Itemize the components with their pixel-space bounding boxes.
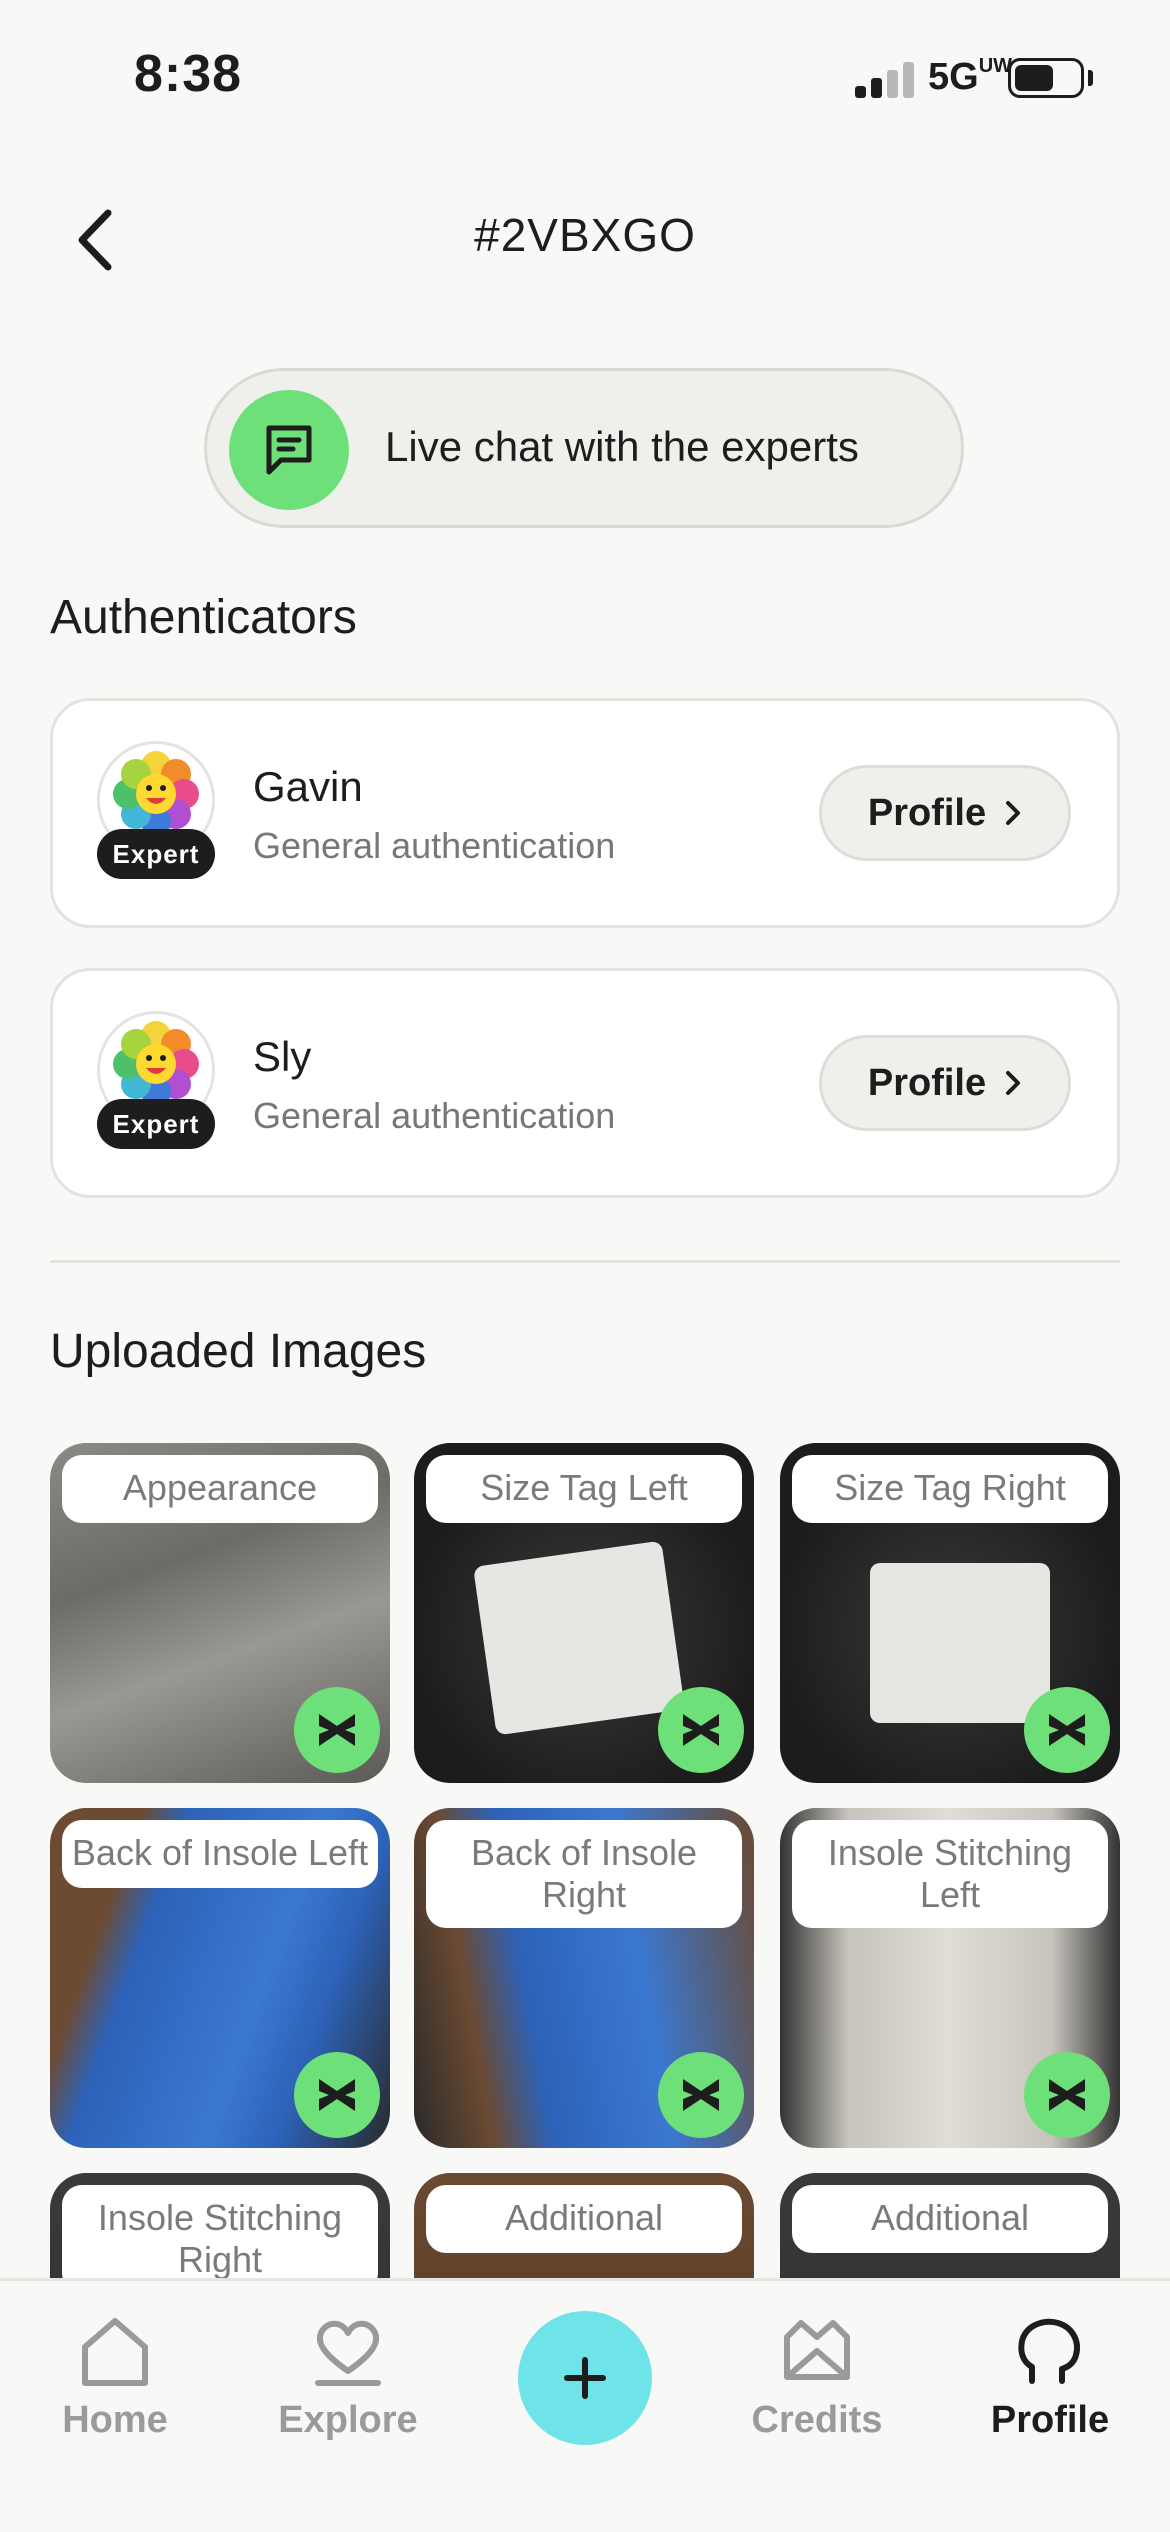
chat-icon [229, 390, 349, 510]
home-icon [82, 2318, 148, 2386]
tile-label: Back of Insole Left [62, 1820, 378, 1888]
nav-credits-label: Credits [751, 2399, 883, 2441]
authenticator-role: General authentication [253, 825, 616, 866]
order-detail-screen: 8:38 5GUW #2VBXGO Live chat with the exp… [0, 0, 1170, 2532]
verified-icon [658, 1687, 744, 1773]
image-tile-appearance[interactable]: Appearance [50, 1443, 390, 1783]
nav-home-label: Home [62, 2399, 168, 2441]
authenticators-title: Authenticators [50, 591, 357, 644]
nav-profile[interactable]: Profile [950, 2311, 1150, 2442]
nav-explore[interactable]: Explore [248, 2311, 448, 2442]
tile-label: Size Tag Right [792, 1455, 1108, 1523]
nav-credits[interactable]: Credits [717, 2311, 917, 2442]
tile-label: Back of Insole Right [426, 1820, 742, 1928]
live-chat-label: Live chat with the experts [385, 423, 859, 470]
expert-badge: Expert [97, 829, 215, 879]
chevron-right-icon [1006, 1071, 1021, 1095]
live-chat-button[interactable]: Live chat with the experts [204, 368, 964, 528]
heart-icon [315, 2320, 381, 2386]
image-tile-back-of-insole-right[interactable]: Back of Insole Right [414, 1808, 754, 2148]
authenticator-card: Expert Gavin General authentication Prof… [50, 698, 1120, 928]
status-bar: 8:38 5GUW [0, 0, 1170, 150]
authenticator-role: General authentication [253, 1095, 616, 1136]
bottom-nav: Home Explore Credits Profile [0, 2278, 1170, 2532]
expert-badge: Expert [97, 1099, 215, 1149]
verified-icon [1024, 2052, 1110, 2138]
nav-home[interactable]: Home [15, 2311, 215, 2442]
nav-profile-label: Profile [990, 2399, 1110, 2441]
image-tile-size-tag-right[interactable]: Size Tag Right [780, 1443, 1120, 1783]
profile-button[interactable]: Profile [819, 765, 1071, 861]
status-time: 8:38 [134, 45, 243, 103]
nav-explore-label: Explore [278, 2399, 418, 2441]
tile-label: Insole Stitching Right [62, 2185, 378, 2293]
chevron-right-icon [1006, 801, 1021, 825]
authenticator-name: Gavin [253, 763, 363, 810]
plus-icon [564, 2357, 606, 2399]
tile-label: Additional [792, 2185, 1108, 2253]
verified-icon [294, 2052, 380, 2138]
image-tile-back-of-insole-left[interactable]: Back of Insole Left [50, 1808, 390, 2148]
image-tile-insole-stitching-left[interactable]: Insole Stitching Left [780, 1808, 1120, 2148]
tile-label: Additional [426, 2185, 742, 2253]
authenticator-name: Sly [253, 1033, 312, 1080]
profile-icon [1018, 2318, 1080, 2384]
verified-icon [658, 2052, 744, 2138]
signal-icon [855, 60, 917, 98]
tile-label: Size Tag Left [426, 1455, 742, 1523]
add-request-button[interactable] [518, 2311, 652, 2445]
verified-icon [294, 1687, 380, 1773]
image-tile-size-tag-left[interactable]: Size Tag Left [414, 1443, 754, 1783]
profile-button[interactable]: Profile [819, 1035, 1071, 1131]
tile-label: Insole Stitching Left [792, 1820, 1108, 1928]
section-divider [50, 1260, 1120, 1263]
network-label: 5GUW [928, 55, 1013, 98]
battery-icon [1008, 58, 1084, 98]
verified-icon [1024, 1687, 1110, 1773]
authenticator-card: Expert Sly General authentication Profil… [50, 968, 1120, 1198]
uploaded-images-title: Uploaded Images [50, 1325, 427, 1378]
page-title: #2VBXGO [474, 209, 696, 261]
tile-label: Appearance [62, 1455, 378, 1523]
credits-icon [784, 2320, 850, 2380]
